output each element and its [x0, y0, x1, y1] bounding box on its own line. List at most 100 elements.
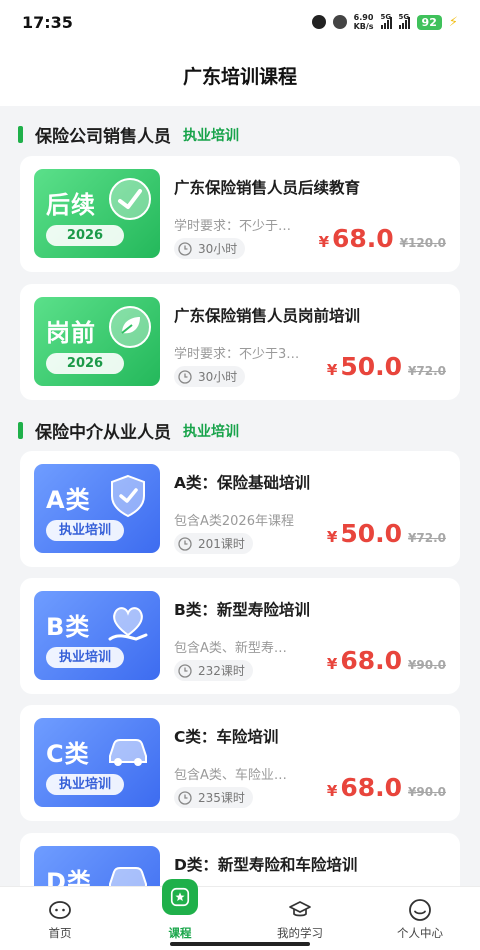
course-hours: 30小时: [174, 238, 246, 259]
heart-hand-icon: [108, 607, 148, 641]
price-block: ¥ 50.0 ¥72.0: [327, 519, 446, 548]
clock-icon: [178, 241, 192, 256]
status-time: 17:35: [22, 12, 73, 32]
tab-label: 我的学习: [277, 926, 323, 940]
home-indicator: [170, 942, 310, 946]
tab-label: 首页: [48, 926, 72, 940]
bottom-tab-bar: 首页 课程 我的学习 个人中心: [0, 879, 480, 950]
alarm-icon: [311, 15, 326, 29]
course-requirement: 学时要求：不少于3…: [174, 347, 300, 362]
section-title: 保险中介从业人员: [35, 423, 171, 443]
price-block: ¥ 68.0 ¥90.0: [327, 646, 446, 675]
price-original: ¥72.0: [408, 364, 446, 378]
price-block: ¥ 68.0 ¥90.0: [327, 773, 446, 802]
course-hours: 232课时: [174, 660, 253, 681]
thumbnail-title: B类: [46, 613, 91, 641]
section-tag: 执业培训: [183, 127, 239, 144]
mute-icon: [332, 15, 347, 29]
course-star-icon: [170, 887, 190, 907]
course-hours: 235课时: [174, 787, 253, 808]
price-original: ¥90.0: [408, 658, 446, 672]
price-currency: ¥: [326, 528, 338, 546]
section-accent-bar: [18, 422, 23, 439]
course-thumbnail: 后续 2026: [34, 169, 160, 258]
user-icon: [409, 899, 431, 921]
thumbnail-title: 岗前: [46, 319, 96, 347]
price-current: 50.0: [340, 519, 403, 548]
thumbnail-title: A类: [46, 486, 91, 514]
course-thumbnail: A类 执业培训: [34, 464, 160, 553]
price-original: ¥90.0: [408, 785, 446, 799]
price-currency: ¥: [326, 782, 338, 800]
price-current: 68.0: [340, 646, 403, 675]
car-icon: [109, 739, 147, 766]
price-current: 50.0: [340, 352, 403, 381]
thumbnail-tag: 执业培训: [46, 774, 124, 795]
tab-my-study[interactable]: 我的学习: [240, 887, 360, 950]
signal-icon: 5G: [380, 13, 392, 29]
thumbnail-title: 后续: [46, 191, 96, 219]
active-tab-bubble: [162, 879, 198, 915]
course-hours: 201课时: [174, 533, 253, 554]
tab-home[interactable]: 首页: [0, 887, 120, 950]
course-card[interactable]: 后续 2026 广东保险销售人员后续教育 学时要求：不少于… 30小时 ¥ 68…: [20, 156, 460, 272]
section-title: 保险公司销售人员: [35, 127, 171, 147]
course-card[interactable]: C类 执业培训 C类：车险培训 包含A类、车险业… 235课时 ¥ 68.0 ¥…: [20, 705, 460, 821]
course-title: 广东保险销售人员后续教育: [174, 179, 361, 197]
course-requirement: 学时要求：不少于…: [174, 219, 292, 234]
shield-icon: [111, 474, 145, 518]
course-thumbnail: B类 执业培训: [34, 591, 160, 680]
graduation-cap-icon: [289, 901, 311, 917]
course-title: C类：车险培训: [174, 728, 279, 746]
price-currency: ¥: [326, 655, 338, 673]
charging-icon: ⚡: [448, 14, 458, 30]
price-original: ¥72.0: [408, 531, 446, 545]
tab-label: 个人中心: [397, 926, 443, 940]
course-title: A类：保险基础培训: [174, 474, 310, 492]
course-card[interactable]: 岗前 2026 广东保险销售人员岗前培训 学时要求：不少于3… 30小时 ¥ 5…: [20, 284, 460, 400]
price-currency: ¥: [318, 233, 329, 251]
thumbnail-tag: 执业培训: [46, 520, 124, 541]
page-title: 广东培训课程: [182, 65, 297, 88]
section-accent-bar: [18, 126, 23, 143]
nav-bar: 广东培训课程: [0, 44, 480, 106]
price-block: ¥ 50.0 ¥72.0: [327, 352, 446, 381]
price-block: ¥ 68.0 ¥120.0: [319, 224, 446, 253]
section-header-intermediary: 保险中介从业人员 执业培训: [18, 418, 239, 443]
course-thumbnail: 岗前 2026: [34, 297, 160, 386]
course-title: D类：新型寿险和车险培训: [174, 856, 358, 874]
tab-profile[interactable]: 个人中心: [360, 887, 480, 950]
clock-icon: [178, 663, 192, 678]
price-original: ¥120.0: [399, 236, 446, 250]
clock-icon: [178, 790, 192, 805]
check-badge-icon: [109, 178, 151, 220]
tab-label: 课程: [168, 926, 192, 940]
section-header-insurance-company: 保险公司销售人员 执业培训: [18, 122, 239, 147]
home-icon: [49, 901, 71, 919]
clock-icon: [178, 369, 192, 384]
section-tag: 执业培训: [183, 423, 239, 440]
thumbnail-year: 2026: [46, 225, 124, 246]
signal-icon: 5G: [398, 13, 410, 29]
tab-course[interactable]: 课程: [120, 879, 240, 950]
status-icons: 6.90 KB/s 5G 5G 92 ⚡: [311, 13, 458, 31]
thumbnail-title: C类: [46, 740, 90, 768]
thumbnail-year: 2026: [46, 353, 124, 374]
network-speed: 6.90 KB/s: [353, 13, 374, 31]
price-currency: ¥: [326, 361, 338, 379]
course-thumbnail: C类 执业培训: [34, 718, 160, 807]
leaf-badge-icon: [109, 306, 151, 348]
course-requirement: 包含A类、新型寿…: [174, 641, 287, 656]
course-hours: 30小时: [174, 366, 246, 387]
course-requirement: 包含A类、车险业…: [174, 768, 287, 783]
price-current: 68.0: [340, 773, 403, 802]
course-card[interactable]: B类 执业培训 B类：新型寿险培训 包含A类、新型寿… 232课时 ¥ 68.0…: [20, 578, 460, 694]
status-bar: 17:35 6.90 KB/s 5G 5G 92 ⚡: [0, 0, 480, 44]
course-card[interactable]: A类 执业培训 A类：保险基础培训 包含A类2026年课程 201课时 ¥ 50…: [20, 451, 460, 567]
clock-icon: [178, 536, 192, 551]
price-current: 68.0: [332, 224, 394, 253]
course-requirement: 包含A类2026年课程: [174, 514, 294, 529]
thumbnail-tag: 执业培训: [46, 647, 124, 668]
battery-level: 92: [416, 14, 442, 30]
course-title: 广东保险销售人员岗前培训: [174, 307, 361, 325]
